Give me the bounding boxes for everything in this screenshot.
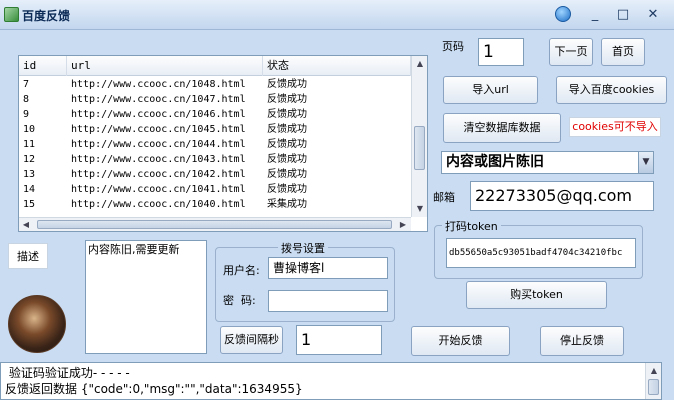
scroll-up-icon[interactable]: ▲ bbox=[412, 56, 428, 72]
row-url: http://www.ccooc.cn/1041.html bbox=[71, 184, 246, 195]
token-group-title: 打码token bbox=[442, 218, 501, 234]
row-url: http://www.ccooc.cn/1046.html bbox=[71, 109, 246, 120]
minimize-button[interactable]: _ bbox=[584, 6, 606, 24]
app-icon bbox=[4, 7, 19, 22]
page-label: 页码 bbox=[442, 40, 464, 53]
dialup-settings-title: 拨号设置 bbox=[278, 240, 328, 256]
maximize-button[interactable]: □ bbox=[612, 6, 634, 24]
username-field[interactable]: 曹操博客l bbox=[268, 257, 388, 279]
table-header: id url 状态 bbox=[19, 56, 411, 76]
interval-label: 反馈间隔秒 bbox=[220, 326, 283, 354]
row-status: 采集成功 bbox=[267, 199, 307, 210]
row-id: 10 bbox=[23, 124, 36, 135]
import-url-button[interactable]: 导入url bbox=[443, 76, 538, 104]
next-page-button[interactable]: 下一页 bbox=[549, 38, 593, 66]
row-id: 9 bbox=[23, 109, 30, 120]
table-row[interactable]: 15 http://www.ccooc.cn/1040.html 采集成功 bbox=[19, 197, 411, 212]
stop-button[interactable]: 停止反馈 bbox=[540, 326, 624, 356]
row-id: 14 bbox=[23, 184, 36, 195]
row-status: 反馈成功 bbox=[267, 184, 307, 195]
description-label: 描述 bbox=[8, 243, 48, 269]
log-scroll-thumb[interactable] bbox=[648, 379, 659, 395]
table-row[interactable]: 10 http://www.ccooc.cn/1045.html 反馈成功 bbox=[19, 122, 411, 137]
reason-select[interactable]: 内容或图片陈旧 bbox=[441, 151, 654, 174]
scroll-down-icon[interactable]: ▼ bbox=[412, 201, 428, 217]
row-url: http://www.ccooc.cn/1042.html bbox=[71, 169, 246, 180]
token-field[interactable]: db55650a5c93051badf4704c34210fbc bbox=[446, 238, 636, 268]
row-url: http://www.ccooc.cn/1047.html bbox=[71, 94, 246, 105]
row-status: 反馈成功 bbox=[267, 154, 307, 165]
log-scrollbar[interactable]: ▲ bbox=[645, 363, 661, 399]
window-title: 百度反馈 bbox=[22, 9, 71, 23]
password-field[interactable] bbox=[268, 290, 388, 312]
title-bar bbox=[0, 0, 674, 30]
password-label: 密 码: bbox=[223, 294, 256, 307]
row-url: http://www.ccooc.cn/1040.html bbox=[71, 199, 246, 210]
row-status: 反馈成功 bbox=[267, 79, 307, 90]
row-id: 13 bbox=[23, 169, 36, 180]
row-url: http://www.ccooc.cn/1044.html bbox=[71, 139, 246, 150]
row-url: http://www.ccooc.cn/1045.html bbox=[71, 124, 246, 135]
row-id: 11 bbox=[23, 139, 36, 150]
table-row[interactable]: 14 http://www.ccooc.cn/1041.html 反馈成功 bbox=[19, 182, 411, 197]
row-url: http://www.ccooc.cn/1048.html bbox=[71, 79, 246, 90]
row-status: 反馈成功 bbox=[267, 124, 307, 135]
help-icon[interactable] bbox=[555, 6, 571, 22]
chevron-down-icon[interactable]: ▼ bbox=[638, 152, 653, 173]
email-label: 邮箱 bbox=[433, 191, 455, 204]
buy-token-button[interactable]: 购买token bbox=[466, 281, 607, 309]
row-id: 15 bbox=[23, 199, 36, 210]
scroll-left-icon[interactable]: ◀ bbox=[19, 217, 33, 233]
table-row[interactable]: 8 http://www.ccooc.cn/1047.html 反馈成功 bbox=[19, 92, 411, 107]
log-scroll-up-icon[interactable]: ▲ bbox=[646, 363, 662, 379]
clear-database-button[interactable]: 清空数据库数据 bbox=[443, 113, 561, 143]
row-url: http://www.ccooc.cn/1043.html bbox=[71, 154, 246, 165]
log-output[interactable]: 验证码验证成功- - - - - 反馈返回数据 {"code":0,"msg":… bbox=[0, 362, 662, 400]
vertical-scrollbar[interactable]: ▲ ▼ bbox=[411, 56, 427, 217]
row-id: 12 bbox=[23, 154, 36, 165]
table-row[interactable]: 9 http://www.ccooc.cn/1046.html 反馈成功 bbox=[19, 107, 411, 122]
reason-select-value: 内容或图片陈旧 bbox=[446, 154, 544, 170]
first-page-button[interactable]: 首页 bbox=[601, 38, 645, 66]
row-status: 反馈成功 bbox=[267, 94, 307, 105]
table-body: 7 http://www.ccooc.cn/1048.html 反馈成功 8 http:… bbox=[19, 77, 411, 212]
table-row[interactable]: 12 http://www.ccooc.cn/1043.html 反馈成功 bbox=[19, 152, 411, 167]
description-textarea[interactable]: 内容陈旧,需要更新 bbox=[85, 240, 207, 354]
log-line: 验证码验证成功- - - - - bbox=[5, 366, 130, 380]
row-id: 7 bbox=[23, 79, 30, 90]
row-status: 反馈成功 bbox=[267, 109, 307, 120]
log-line: 反馈返回数据 {"code":0,"msg":"","data":1634955… bbox=[5, 382, 303, 396]
scroll-right-icon[interactable]: ▶ bbox=[396, 217, 410, 233]
column-header-id[interactable]: id bbox=[19, 56, 67, 76]
table-row[interactable]: 11 http://www.ccooc.cn/1044.html 反馈成功 bbox=[19, 137, 411, 152]
username-label: 用户名: bbox=[223, 264, 260, 277]
column-header-url[interactable]: url bbox=[67, 56, 263, 76]
row-status: 反馈成功 bbox=[267, 169, 307, 180]
row-status: 反馈成功 bbox=[267, 139, 307, 150]
cookies-warning-label: cookies可不导入 bbox=[569, 117, 661, 137]
url-table[interactable]: id url 状态 7 http://www.ccooc.cn/1048.html… bbox=[18, 55, 428, 232]
horizontal-scrollbar[interactable]: ◀ ▶ bbox=[19, 217, 411, 231]
row-id: 8 bbox=[23, 94, 30, 105]
column-header-status[interactable]: 状态 bbox=[263, 56, 411, 76]
import-cookies-button[interactable]: 导入百度cookies bbox=[556, 76, 667, 104]
page-input[interactable]: 1 bbox=[478, 38, 524, 66]
table-row[interactable]: 13 http://www.ccooc.cn/1042.html 反馈成功 bbox=[19, 167, 411, 182]
close-button[interactable]: ✕ bbox=[642, 6, 664, 24]
start-button[interactable]: 开始反馈 bbox=[411, 326, 510, 356]
horizontal-scroll-thumb[interactable] bbox=[37, 220, 392, 229]
vertical-scroll-thumb[interactable] bbox=[414, 126, 425, 170]
email-field[interactable]: 22273305@qq.com bbox=[470, 181, 654, 211]
interval-field[interactable]: 1 bbox=[296, 325, 382, 355]
table-row[interactable]: 7 http://www.ccooc.cn/1048.html 反馈成功 bbox=[19, 77, 411, 92]
avatar bbox=[8, 295, 66, 353]
